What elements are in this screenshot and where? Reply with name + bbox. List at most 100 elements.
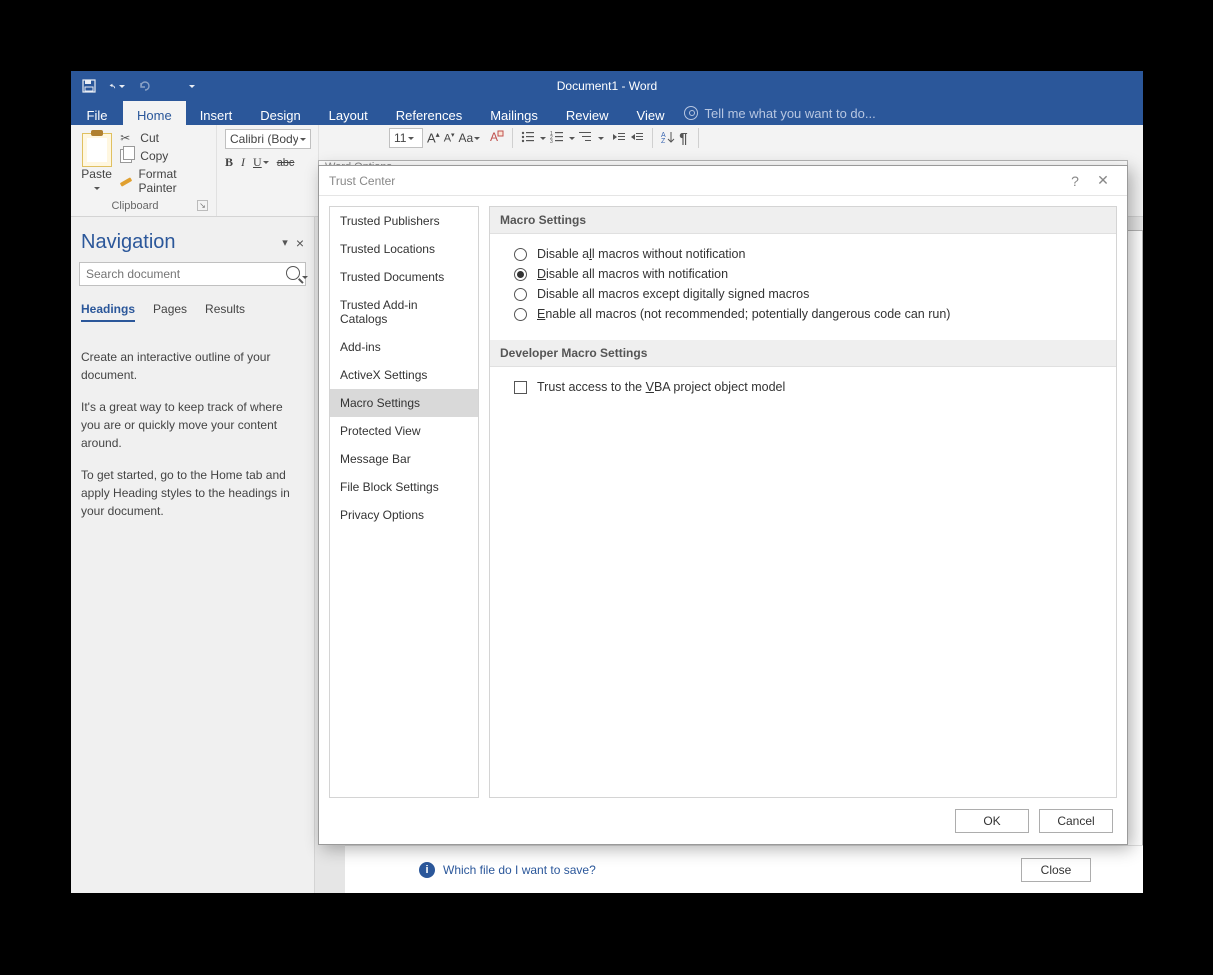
underlying-save-bar: i Which file do I want to save? Close xyxy=(345,845,1143,893)
multilevel-list-icon[interactable] xyxy=(579,130,593,147)
tab-layout[interactable]: Layout xyxy=(315,101,382,125)
navigation-pane: Navigation ▾ × Headings Pages Results Cr… xyxy=(71,217,315,893)
tab-design[interactable]: Design xyxy=(246,101,314,125)
paste-dropdown-caret-icon[interactable] xyxy=(79,181,114,195)
macro-option-1[interactable]: Disable all macros without notification xyxy=(514,244,1102,264)
underline-button[interactable]: U xyxy=(253,155,269,170)
dialog-nav-item[interactable]: Protected View xyxy=(330,417,478,445)
search-input[interactable] xyxy=(79,262,306,286)
svg-text:Z: Z xyxy=(661,138,666,144)
customize-qat-caret-icon[interactable] xyxy=(183,78,199,94)
bold-button[interactable]: B xyxy=(225,155,233,170)
dialog-nav-item[interactable]: Trusted Add-in Catalogs xyxy=(330,291,478,333)
dialog-nav-item[interactable]: Trusted Locations xyxy=(330,235,478,263)
tab-review[interactable]: Review xyxy=(552,101,623,125)
grow-font-button[interactable]: A▴ xyxy=(427,130,440,145)
nav-hint-2: It's a great way to keep track of where … xyxy=(81,398,304,452)
format-painter-label: Format Painter xyxy=(139,167,208,195)
clipboard-dialog-launcher-icon[interactable]: ↘ xyxy=(197,200,208,211)
dialog-footer: OK Cancel xyxy=(319,798,1127,844)
show-marks-icon[interactable]: ¶ xyxy=(679,130,687,147)
decrease-indent-icon[interactable] xyxy=(612,130,626,147)
tab-mailings[interactable]: Mailings xyxy=(476,101,552,125)
copy-button[interactable]: Copy xyxy=(120,147,208,165)
clear-formatting-icon[interactable]: A xyxy=(490,129,504,148)
format-painter-button[interactable]: Format Painter xyxy=(120,165,208,197)
underlying-close-button[interactable]: Close xyxy=(1021,858,1091,882)
tab-home[interactable]: Home xyxy=(123,101,186,125)
redo-icon[interactable] xyxy=(137,78,153,94)
trust-vba-checkbox-row[interactable]: Trust access to the VBA project object m… xyxy=(514,377,1102,397)
search-options-caret-icon[interactable] xyxy=(302,276,308,282)
cut-button[interactable]: Cut xyxy=(120,129,208,147)
copy-label: Copy xyxy=(140,149,168,163)
dialog-nav-item[interactable]: Trusted Publishers xyxy=(330,207,478,235)
strikethrough-button[interactable]: abc xyxy=(277,157,295,169)
group-font-partial: Calibri (Body) B I U abc xyxy=(217,125,319,216)
nav-tab-headings[interactable]: Headings xyxy=(81,302,135,322)
section-developer-macro: Developer Macro Settings xyxy=(490,340,1116,367)
nav-search[interactable] xyxy=(79,262,306,286)
ok-button[interactable]: OK xyxy=(955,809,1029,833)
font-size-combo[interactable]: 11 xyxy=(389,128,423,148)
increase-indent-icon[interactable] xyxy=(630,130,644,147)
dialog-nav-item[interactable]: Message Bar xyxy=(330,445,478,473)
numbering-icon[interactable]: 123 xyxy=(550,130,564,147)
tab-references[interactable]: References xyxy=(382,101,476,125)
search-icon[interactable] xyxy=(286,266,300,280)
copy-icon xyxy=(120,149,134,163)
tab-file[interactable]: File xyxy=(71,101,123,125)
dialog-title: Trust Center xyxy=(329,174,395,188)
font-name-combo[interactable]: Calibri (Body) xyxy=(225,129,311,149)
tell-me-placeholder: Tell me what you want to do... xyxy=(704,106,875,121)
group-clipboard: Paste Cut Copy Format Painter Clipboard … xyxy=(71,125,217,216)
macro-option-3[interactable]: Disable all macros except digitally sign… xyxy=(514,284,1102,304)
lightbulb-icon xyxy=(684,106,698,120)
tab-view[interactable]: View xyxy=(623,101,679,125)
cut-label: Cut xyxy=(140,131,159,145)
nav-close-icon[interactable]: × xyxy=(296,235,304,251)
dialog-nav-item[interactable]: Privacy Options xyxy=(330,501,478,529)
section-macro-settings: Macro Settings xyxy=(490,207,1116,234)
radio-icon xyxy=(514,268,527,281)
chevron-down-icon xyxy=(300,138,306,144)
document-title: Document1 - Word xyxy=(71,79,1143,93)
save-icon[interactable] xyxy=(81,78,97,94)
macro-option-4[interactable]: Enable all macros (not recommended; pote… xyxy=(514,304,1102,324)
nav-tab-pages[interactable]: Pages xyxy=(153,302,187,322)
dialog-help-button[interactable]: ? xyxy=(1061,173,1089,189)
tell-me-search[interactable]: Tell me what you want to do... xyxy=(678,101,875,125)
svg-text:3: 3 xyxy=(550,139,553,144)
radio-icon xyxy=(514,248,527,261)
cancel-button[interactable]: Cancel xyxy=(1039,809,1113,833)
paste-button[interactable]: Paste xyxy=(79,129,114,200)
undo-icon[interactable] xyxy=(109,78,125,94)
font-name-value: Calibri (Body) xyxy=(230,132,298,146)
sort-icon[interactable]: AZ xyxy=(661,130,675,147)
ribbon-overflow-peek: 11 A▴ A▾ Aa A 123 AZ ¶ xyxy=(389,127,705,149)
checkbox-icon xyxy=(514,381,527,394)
dialog-nav-item[interactable]: ActiveX Settings xyxy=(330,361,478,389)
dialog-nav-item[interactable]: Trusted Documents xyxy=(330,263,478,291)
brush-icon xyxy=(120,174,132,188)
macro-option-2[interactable]: Disable all macros with notification xyxy=(514,264,1102,284)
paste-icon xyxy=(82,133,112,167)
word-window: Document1 - Word File Home Insert Design… xyxy=(71,71,1143,893)
italic-button[interactable]: I xyxy=(241,155,245,170)
bullets-icon[interactable] xyxy=(521,130,535,147)
nav-hint-3: To get started, go to the Home tab and a… xyxy=(81,466,304,520)
dialog-nav-item[interactable]: Add-ins xyxy=(330,333,478,361)
nav-pin-caret-icon[interactable]: ▾ xyxy=(282,236,288,249)
change-case-button[interactable]: Aa xyxy=(459,131,481,145)
dialog-nav-item[interactable]: File Block Settings xyxy=(330,473,478,501)
ribbon-tabs: File Home Insert Design Layout Reference… xyxy=(71,101,1143,125)
dialog-nav-item[interactable]: Macro Settings xyxy=(330,389,478,417)
tab-insert[interactable]: Insert xyxy=(186,101,247,125)
nav-tab-results[interactable]: Results xyxy=(205,302,245,322)
dialog-close-button[interactable]: ✕ xyxy=(1089,172,1117,189)
quick-access-toolbar xyxy=(71,78,199,94)
chevron-down-icon xyxy=(408,137,414,143)
title-bar: Document1 - Word xyxy=(71,71,1143,101)
shrink-font-button[interactable]: A▾ xyxy=(444,131,455,145)
nav-body: Create an interactive outline of your do… xyxy=(71,328,314,554)
